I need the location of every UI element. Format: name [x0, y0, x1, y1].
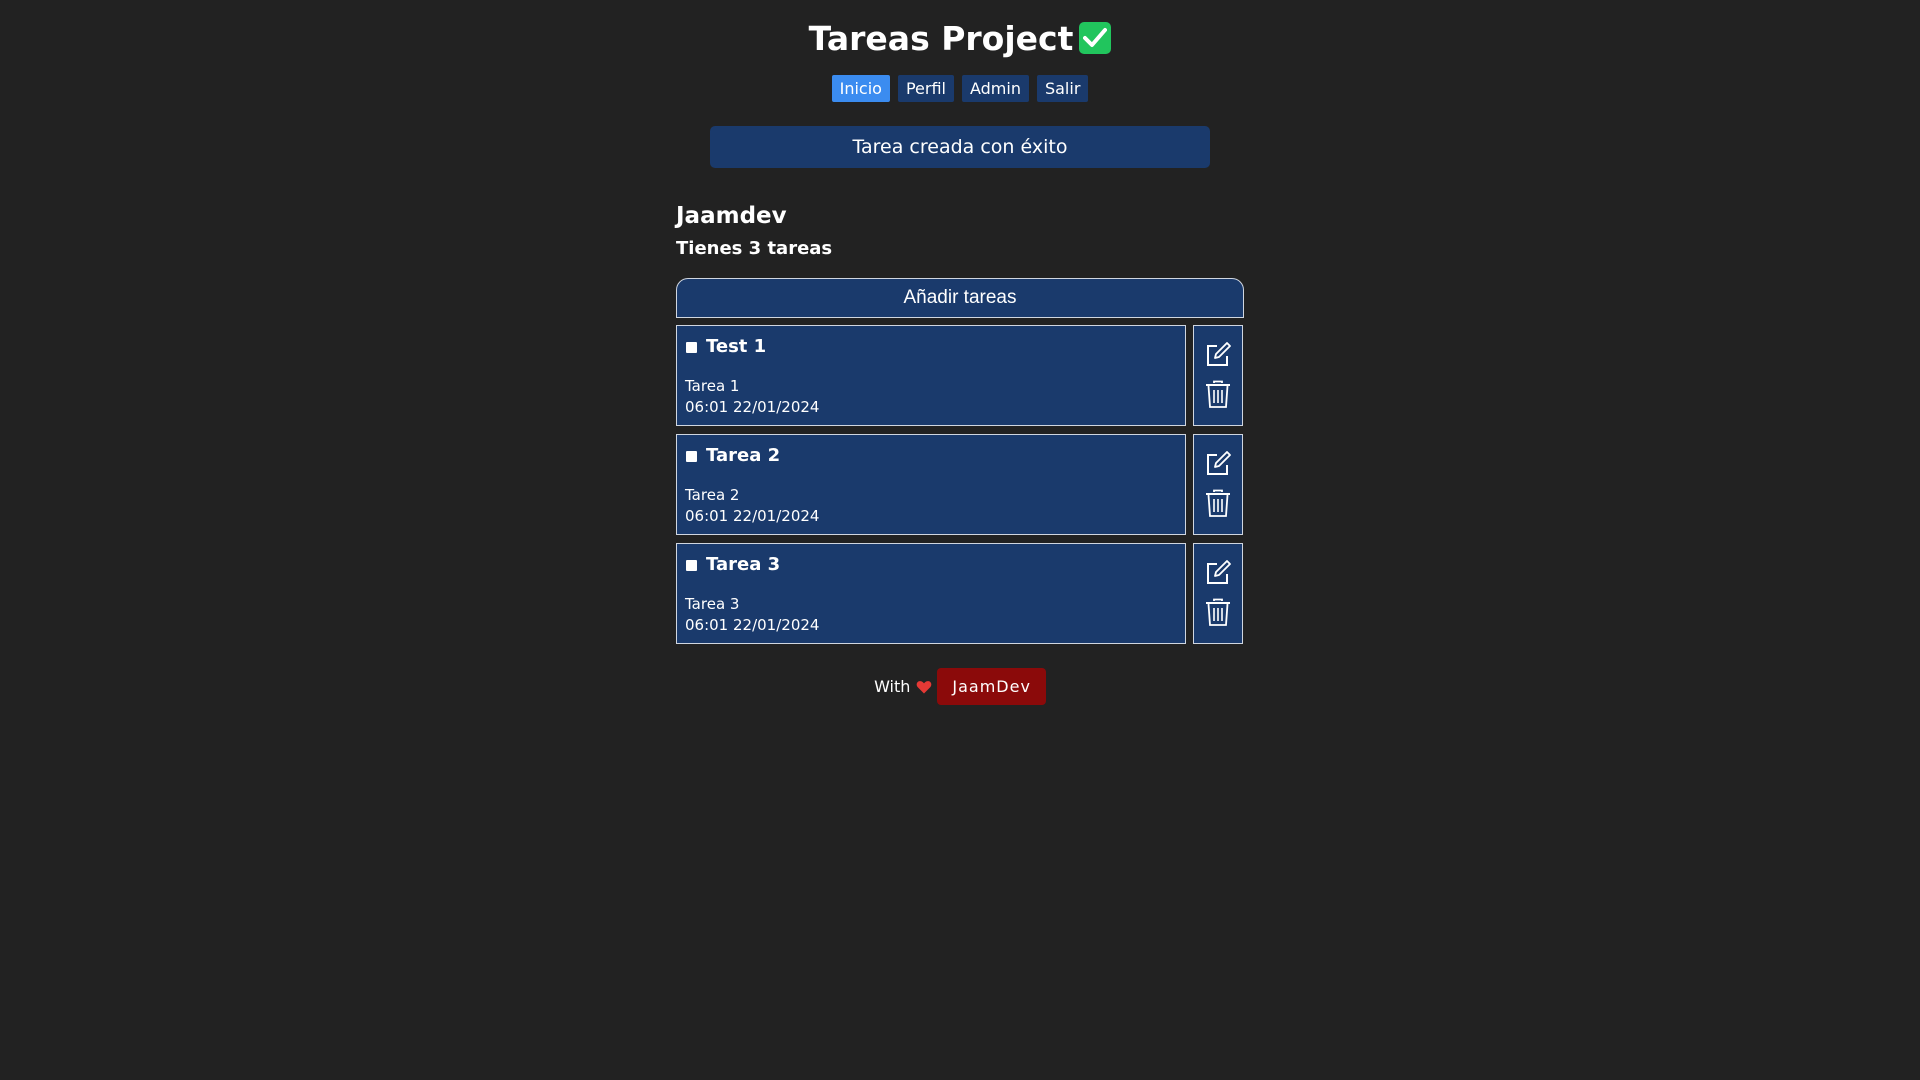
- task-card: Tarea 2 Tarea 2 06:01 22/01/2024: [676, 434, 1186, 535]
- footer-prefix: With: [874, 677, 911, 696]
- app-title: Tareas Project: [808, 19, 1074, 58]
- edit-icon[interactable]: [1205, 451, 1231, 479]
- nav-perfil[interactable]: Perfil: [897, 75, 954, 102]
- task-card: Test 1 Tarea 1 06:01 22/01/2024: [676, 325, 1186, 426]
- edit-icon[interactable]: [1205, 342, 1231, 370]
- task-datetime: 06:01 22/01/2024: [685, 507, 820, 525]
- page: Tareas Project Inicio Perfil Admin Salir Ta…: [0, 0, 1920, 1080]
- nav-salir[interactable]: Salir: [1036, 75, 1089, 102]
- task-count: Tienes 3 tareas: [676, 238, 833, 259]
- trash-icon[interactable]: [1205, 598, 1231, 626]
- add-tasks-button[interactable]: Añadir tareas: [676, 278, 1244, 318]
- task-datetime: 06:01 22/01/2024: [685, 616, 820, 634]
- check-mark-button-icon: [1079, 22, 1112, 54]
- nav-inicio[interactable]: Inicio: [831, 75, 890, 102]
- success-alert: Tarea creada con éxito: [710, 126, 1210, 168]
- task-item: Test 1 Tarea 1 06:01 22/01/2024: [676, 325, 1244, 426]
- task-item: Tarea 2 Tarea 2 06:01 22/01/2024: [676, 434, 1244, 535]
- task-title: Tarea 3: [706, 554, 781, 575]
- task-actions: [1193, 434, 1243, 535]
- edit-icon[interactable]: [1205, 560, 1231, 588]
- task-card: Tarea 3 Tarea 3 06:01 22/01/2024: [676, 543, 1186, 644]
- heart-icon: [916, 671, 932, 694]
- task-checkbox[interactable]: [686, 560, 697, 571]
- task-actions: [1193, 325, 1243, 426]
- task-description: Tarea 2: [685, 486, 740, 504]
- task-item: Tarea 3 Tarea 3 06:01 22/01/2024: [676, 543, 1244, 644]
- nav-admin[interactable]: Admin: [961, 75, 1029, 102]
- trash-icon[interactable]: [1205, 380, 1231, 408]
- task-description: Tarea 1: [685, 377, 740, 395]
- main-nav: Inicio Perfil Admin Salir: [0, 75, 1920, 102]
- task-title: Tarea 2: [706, 445, 781, 466]
- task-checkbox[interactable]: [686, 451, 697, 462]
- task-description: Tarea 3: [685, 595, 740, 613]
- app-header: Tareas Project: [0, 18, 1920, 60]
- task-actions: [1193, 543, 1243, 644]
- alert-message: Tarea creada con éxito: [852, 136, 1068, 158]
- trash-icon[interactable]: [1205, 489, 1231, 517]
- footer: With JaamDev: [0, 668, 1920, 705]
- task-datetime: 06:01 22/01/2024: [685, 398, 820, 416]
- author-button[interactable]: JaamDev: [937, 668, 1046, 705]
- user-name: Jaamdev: [676, 203, 787, 229]
- task-checkbox[interactable]: [686, 342, 697, 353]
- task-list: Test 1 Tarea 1 06:01 22/01/2024 Tarea 2 …: [676, 325, 1244, 652]
- task-title: Test 1: [706, 336, 767, 357]
